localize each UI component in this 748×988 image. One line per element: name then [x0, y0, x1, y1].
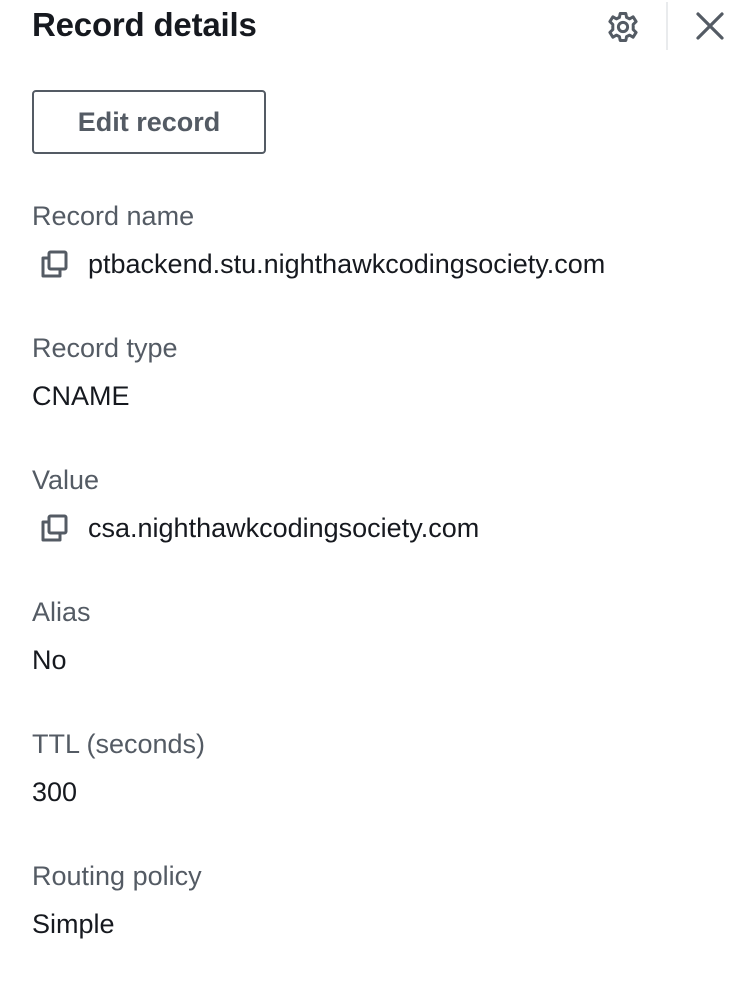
field-value: Value csa.nighthawkcodingsociety.com: [32, 464, 722, 544]
field-label: Routing policy: [32, 861, 202, 891]
field-label: Alias: [32, 597, 91, 627]
panel-header: Record details: [0, 0, 748, 60]
field-value-row: csa.nighthawkcodingsociety.com: [32, 512, 722, 544]
field-ttl: TTL (seconds) 300: [32, 728, 722, 808]
ttl-value: 300: [32, 777, 78, 807]
close-icon: [696, 12, 724, 40]
routing-policy-value: Simple: [32, 909, 115, 939]
field-label: Record name: [32, 201, 195, 231]
field-value-row: ptbackend.stu.nighthawkcodingsociety.com: [32, 248, 722, 280]
edit-record-button[interactable]: Edit record: [32, 90, 266, 154]
field-label: Value: [32, 465, 100, 495]
copy-icon[interactable]: [40, 250, 68, 278]
panel-title: Record details: [32, 6, 257, 43]
field-record-name: Record name ptbackend.stu.nighthawkcodin…: [32, 200, 722, 280]
field-label: Record type: [32, 333, 178, 363]
gear-icon: [608, 12, 638, 42]
header-divider: [666, 2, 668, 50]
record-name-value: ptbackend.stu.nighthawkcodingsociety.com: [88, 249, 606, 279]
field-label: TTL (seconds): [32, 729, 206, 759]
record-details-panel: Record details Edit record Record name p…: [0, 0, 748, 988]
field-alias: Alias No: [32, 596, 722, 676]
copy-icon[interactable]: [40, 514, 68, 542]
close-button[interactable]: [690, 6, 730, 46]
settings-button[interactable]: [603, 7, 643, 47]
field-routing-policy: Routing policy Simple: [32, 860, 722, 940]
alias-value: No: [32, 645, 67, 675]
record-value-text: csa.nighthawkcodingsociety.com: [88, 513, 480, 543]
field-record-type: Record type CNAME: [32, 332, 722, 412]
record-type-value: CNAME: [32, 381, 130, 411]
